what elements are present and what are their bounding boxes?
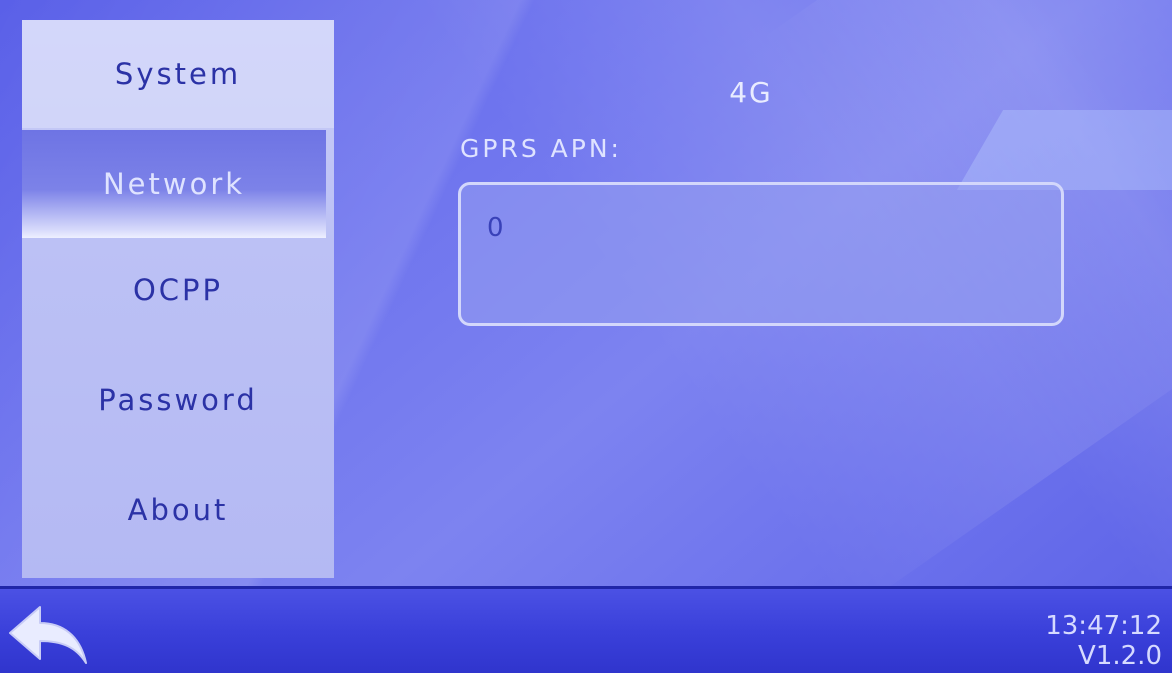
decorative-band: [760, 0, 1172, 673]
sidebar-item-network[interactable]: Network: [22, 130, 326, 238]
sidebar-item-system[interactable]: System: [22, 20, 334, 128]
decorative-band: [956, 110, 1172, 190]
sidebar-item-ocpp[interactable]: OCPP: [22, 236, 334, 344]
back-button[interactable]: [6, 603, 92, 667]
sidebar-item-password[interactable]: Password: [22, 346, 334, 454]
sidebar-item-about[interactable]: About: [22, 456, 334, 564]
firmware-version: V1.2.0: [1078, 641, 1162, 671]
section-title: 4G: [729, 76, 773, 109]
sidebar-menu: System Network OCPP Password About: [22, 20, 334, 578]
apn-input[interactable]: 0: [458, 182, 1064, 326]
apn-label: GPRS APN:: [460, 134, 622, 163]
back-arrow-icon: [9, 606, 87, 664]
screen: System Network OCPP Password About 4G GP…: [0, 0, 1172, 673]
bottom-bar: 13:47:12 V1.2.0: [0, 586, 1172, 673]
clock-time: 13:47:12: [1045, 611, 1162, 641]
